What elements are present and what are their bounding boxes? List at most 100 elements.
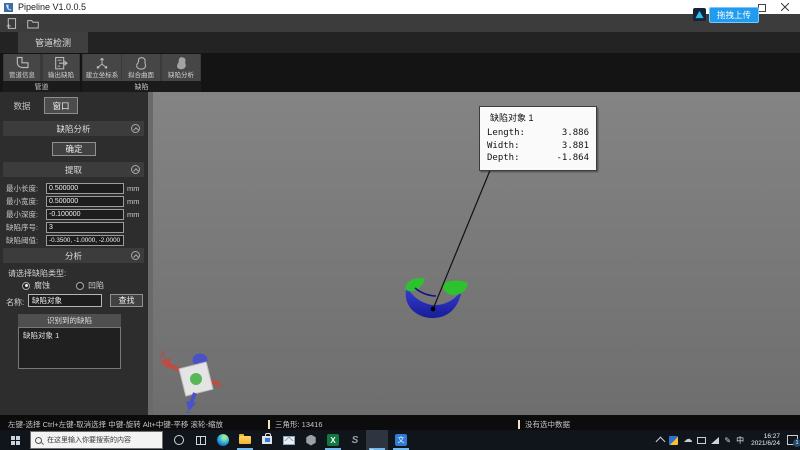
detected-defects-list[interactable]: 缺陷对象 1 [18, 327, 121, 369]
translator-button[interactable] [390, 430, 412, 450]
collapse-chevron-icon[interactable] [131, 165, 140, 174]
new-file-icon[interactable] [5, 17, 18, 30]
defect-threshold-input[interactable] [46, 235, 124, 246]
ribbon-tab-row: 管道检测 [0, 32, 800, 53]
viewer-3d-button[interactable] [300, 430, 322, 450]
drive-icon[interactable] [697, 437, 706, 444]
defect-analysis-button[interactable]: 缺陷分析 [162, 54, 200, 81]
collapse-chevron-icon[interactable] [131, 251, 140, 260]
ribbon-item-label: 建立坐标系 [86, 72, 119, 79]
annotation-title: 缺陷对象 1 [490, 111, 589, 124]
excel-icon [327, 434, 339, 446]
tray-expand-icon[interactable] [656, 436, 666, 446]
defect-threshold-label: 缺陷阈值: [6, 235, 46, 246]
app-logo-icon [4, 3, 13, 12]
pipe-info-button[interactable]: 管道信息 [4, 54, 40, 81]
build-coordsys-button[interactable]: 建立坐标系 [83, 54, 121, 81]
tray-date: 2021/6/24 [751, 440, 780, 448]
radio-dent[interactable]: 凹陷 [76, 280, 104, 291]
ribbon-group-defect: 建立坐标系 拟合曲面 缺陷分析 缺陷 [82, 54, 201, 92]
task-view-button[interactable] [190, 430, 212, 450]
close-icon[interactable] [781, 3, 789, 11]
param-row: 缺陷序号: [6, 221, 127, 233]
tab-pipeline-detect[interactable]: 管道检测 [18, 32, 88, 53]
mail-button[interactable] [278, 430, 300, 450]
viewport-3d[interactable]: X Z 缺陷对象 1 Length: 3.886 W [153, 92, 800, 415]
min-depth-label: 最小深度: [6, 209, 46, 220]
radio-dot-icon[interactable] [76, 282, 84, 290]
edge-button[interactable] [212, 430, 234, 450]
section-header-defect-analysis[interactable]: 缺陷分析 [3, 121, 144, 136]
task-view-icon [196, 436, 206, 445]
translator-icon [395, 434, 407, 446]
annotation-row: Depth: -1.864 [487, 152, 589, 165]
export-document-icon [53, 55, 69, 72]
ribbon-item-label: 管道信息 [9, 72, 35, 79]
pipeline-app-window: Pipeline V1.0.0.5 管道检测 管道信息 [0, 0, 800, 450]
edge-icon [217, 434, 229, 446]
collapse-chevron-icon[interactable] [131, 124, 140, 133]
tab-window[interactable]: 窗口 [44, 97, 78, 114]
search-input[interactable] [45, 436, 158, 445]
pipeline-app-button[interactable] [366, 430, 388, 450]
ribbon-group-label: 缺陷 [82, 81, 201, 92]
tab-data[interactable]: 数据 [6, 98, 38, 114]
axis-triad: X Z [158, 350, 221, 415]
blob-outline-icon [133, 55, 149, 72]
annotation-anchor-dot [431, 307, 436, 312]
axis-z-label: Z [185, 405, 192, 415]
ribbon: 管道信息 输出缺陷 管道 建立坐标系 [0, 53, 800, 92]
upload-tool-logo-icon [693, 8, 706, 21]
radio-corrosion[interactable]: 腐蚀 [22, 280, 50, 291]
clock[interactable]: 16:27 2021/6/24 [751, 433, 780, 448]
fit-surface-button[interactable]: 拟合曲面 [122, 54, 160, 81]
defect-name-input[interactable] [28, 294, 102, 307]
tray-app-icon[interactable] [669, 436, 678, 445]
selection-state: 没有选中数据 [518, 419, 570, 430]
input-method-indicator[interactable]: 中 [736, 435, 744, 446]
param-row: 最小长度: mm [6, 182, 140, 194]
tray-time: 16:27 [751, 433, 780, 441]
cad-app-button[interactable] [344, 430, 366, 450]
upload-button[interactable]: 拖拽上传 [709, 7, 759, 23]
min-length-input[interactable] [46, 183, 124, 194]
windows-logo-icon [11, 436, 20, 445]
open-folder-icon[interactable] [26, 17, 40, 30]
maximize-icon[interactable] [758, 3, 766, 11]
min-depth-input[interactable] [46, 209, 124, 220]
unit-label: mm [127, 210, 140, 219]
name-label: 名称: [6, 297, 24, 308]
store-button[interactable] [256, 430, 278, 450]
cortana-icon [174, 435, 184, 445]
section-header-extract[interactable]: 提取 [3, 162, 144, 177]
param-row: 最小深度: mm [6, 208, 140, 220]
annotation-row: Width: 3.881 [487, 140, 589, 153]
file-explorer-icon [239, 436, 251, 444]
taskbar-search-box[interactable] [30, 431, 163, 449]
axis-triad-icon [94, 55, 110, 72]
notification-center-icon[interactable]: 1 [787, 435, 798, 445]
axis-x-label: X [158, 350, 166, 361]
store-icon [262, 436, 272, 444]
defect-index-input[interactable] [46, 222, 124, 233]
list-item[interactable]: 缺陷对象 1 [19, 328, 120, 343]
pen-icon[interactable]: ✎ [724, 436, 731, 445]
cortana-button[interactable] [168, 430, 190, 450]
ribbon-group-label: 管道 [3, 81, 80, 92]
radio-dot-icon[interactable] [22, 282, 30, 290]
defect-type-prompt: 请选择缺陷类型: [8, 268, 66, 279]
start-button[interactable] [0, 430, 30, 450]
file-explorer-button[interactable] [234, 430, 256, 450]
min-width-input[interactable] [46, 196, 124, 207]
viewport-canvas: X Z [153, 92, 800, 415]
confirm-button[interactable]: 确定 [52, 142, 96, 156]
export-defects-button[interactable]: 输出缺陷 [43, 54, 79, 81]
defect-blob[interactable] [405, 278, 468, 318]
cloud-icon[interactable]: ☁ [683, 436, 692, 445]
find-button[interactable]: 查找 [110, 294, 143, 307]
title-bar: Pipeline V1.0.0.5 [0, 0, 800, 14]
param-row: 最小宽度: mm [6, 195, 140, 207]
excel-button[interactable] [322, 430, 344, 450]
network-icon[interactable] [711, 437, 719, 444]
section-header-analysis[interactable]: 分析 [3, 248, 144, 263]
